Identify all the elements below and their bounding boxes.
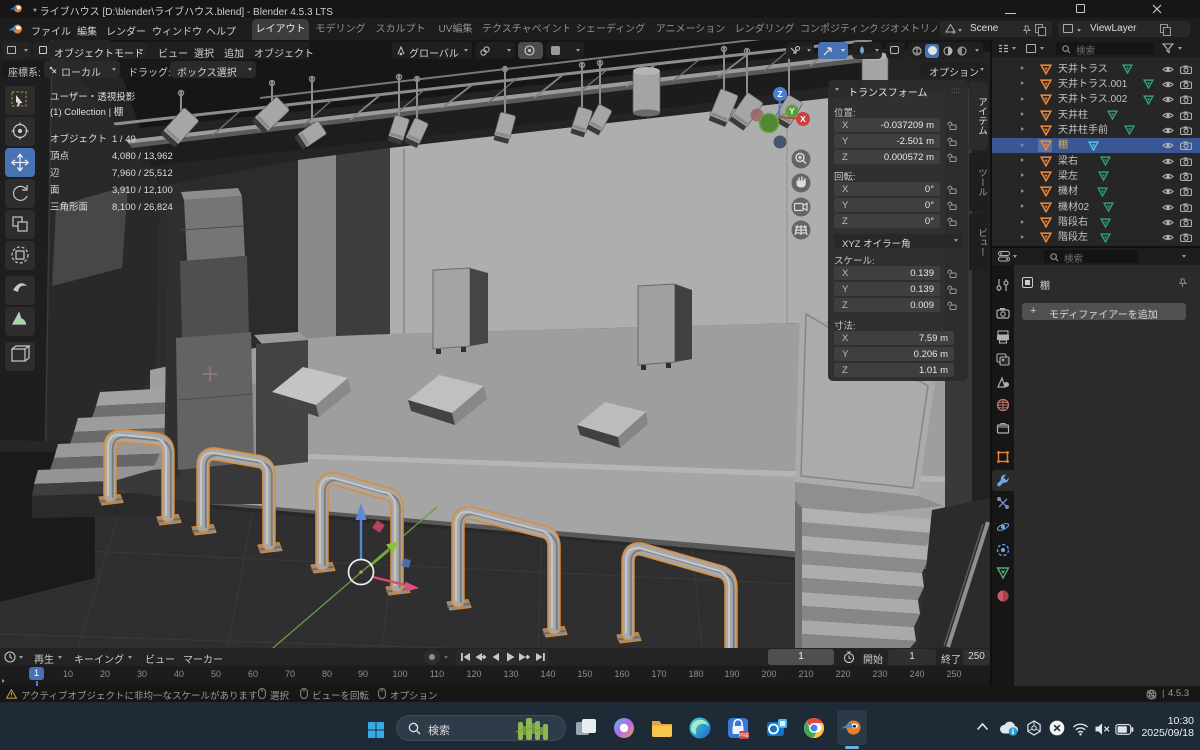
- svg-text:Y: Y: [789, 106, 795, 116]
- svg-text:PRE: PRE: [739, 733, 750, 739]
- svg-text:X: X: [800, 114, 806, 124]
- svg-text:Z: Z: [777, 89, 782, 99]
